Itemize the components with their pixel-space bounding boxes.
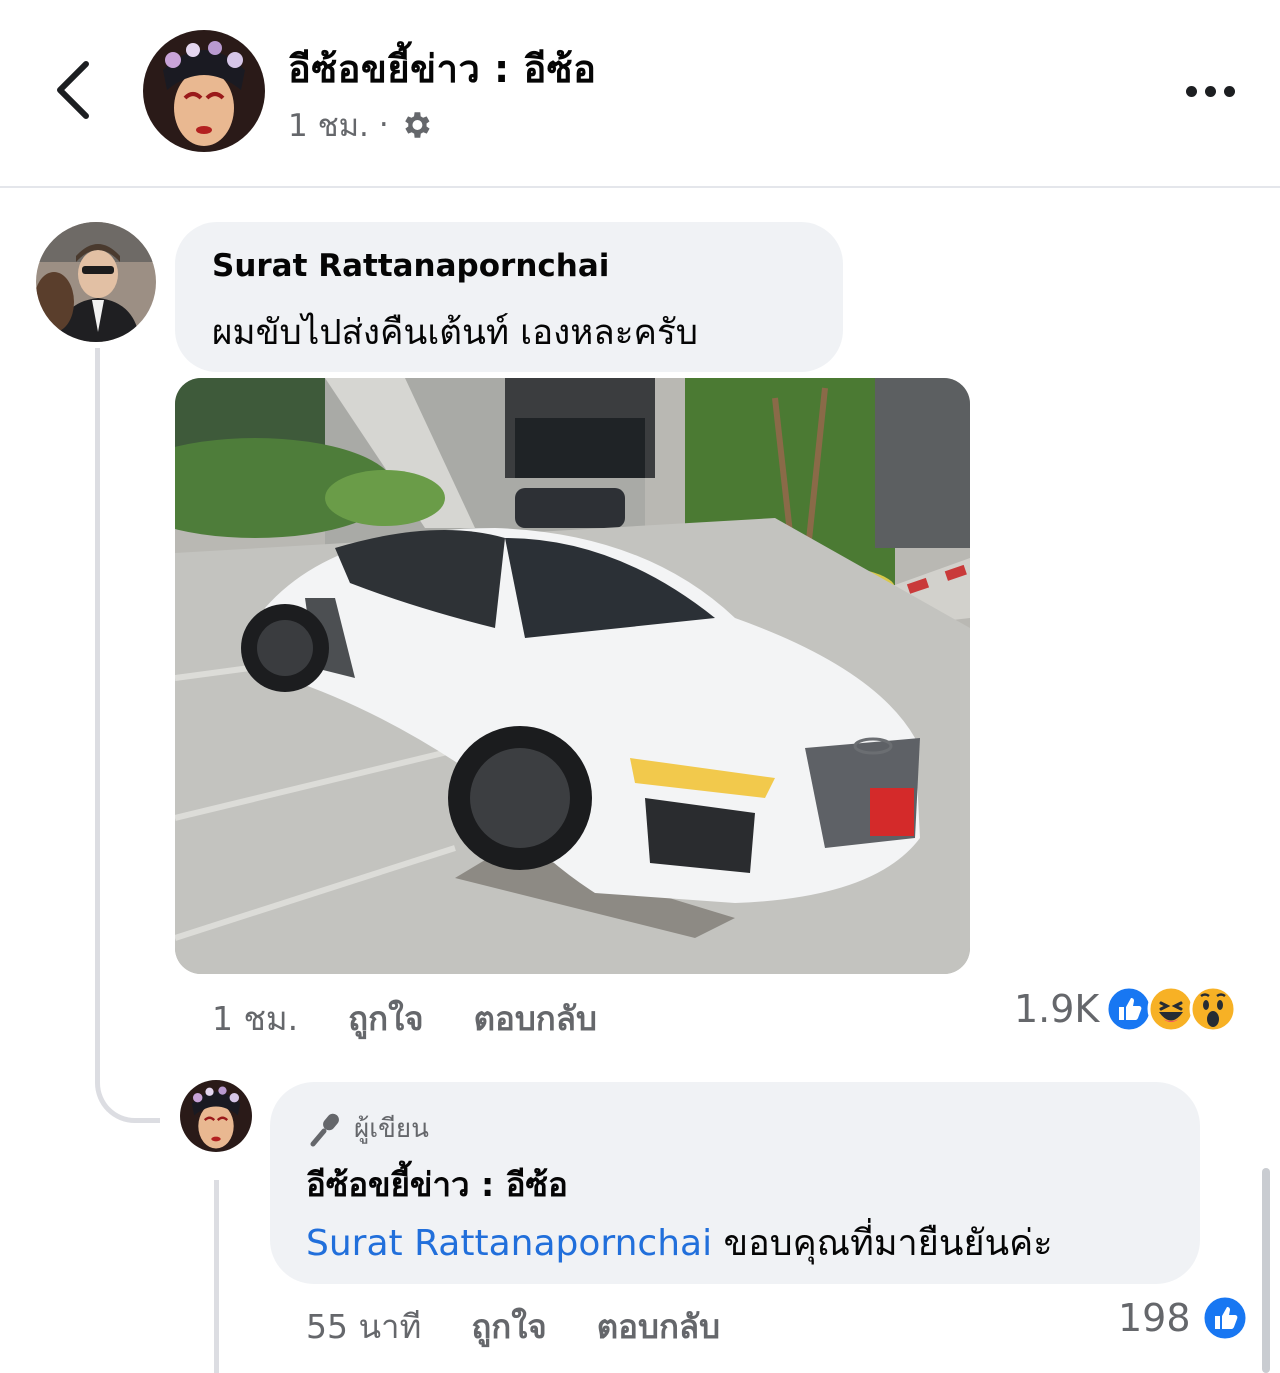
back-button[interactable] [40,48,104,132]
comment-actions: 1 ชม. ถูกใจ ตอบกลับ [212,992,597,1045]
author-badge: ผู้เขียน [308,1108,429,1149]
mention-link[interactable]: Surat Rattanapornchai [306,1223,712,1264]
reply-author[interactable]: อีซ้อขยี้ข่าว : อีซ้อ [306,1158,568,1211]
comment-author[interactable]: Surat Rattanapornchai [212,248,609,284]
meta-separator: · [378,107,389,143]
reply-avatar[interactable] [180,1080,252,1152]
microphone-icon [310,1113,339,1146]
like-reaction-icon [1201,1294,1249,1342]
author-badge-label: ผู้เขียน [354,1114,429,1144]
wow-reaction-icon [1189,985,1237,1033]
like-reaction-icon [1105,985,1153,1033]
back-arrow-icon [57,61,89,119]
gear-icon [404,112,430,138]
more-options-button[interactable] [1170,64,1250,118]
like-button[interactable]: ถูกใจ [471,1300,546,1353]
comment-photo[interactable] [175,378,970,974]
avatar[interactable] [36,222,156,342]
reply-button[interactable]: ตอบกลับ [474,992,597,1045]
car-photo [175,378,970,974]
page-name[interactable]: อีซ้อขยี้ข่าว : อีซ้อ [288,38,596,99]
post-time[interactable]: 1 ชม. [288,100,369,150]
reply-time[interactable]: 55 นาที [306,1300,421,1353]
reply-button[interactable]: ตอบกลับ [597,1300,720,1353]
reply-text: Surat Rattanapornchai ขอบคุณที่มายืนยันค… [306,1214,1053,1271]
page-avatar[interactable] [143,30,265,152]
reaction-summary[interactable]: 1.9K [1014,985,1237,1033]
thread-connector [95,348,160,1123]
reply-body: ขอบคุณที่มายืนยันค่ะ [712,1223,1053,1264]
post-meta: 1 ชม. · [288,100,433,150]
reaction-count: 1.9K [1014,987,1100,1031]
more-options-icon [1185,85,1197,97]
reply-reaction-summary[interactable]: 198 [1118,1294,1249,1342]
comment-text: ผมขับไปส่งคืนเต้นท์ เองหละครับ [212,313,698,353]
reply-thread-line [214,1180,219,1373]
reply-actions: 55 นาที ถูกใจ ตอบกลับ [306,1300,720,1353]
scrollbar[interactable] [1262,1168,1270,1373]
reaction-count: 198 [1118,1296,1191,1340]
like-button[interactable]: ถูกใจ [348,992,423,1045]
haha-reaction-icon [1147,985,1195,1033]
comment-time[interactable]: 1 ชม. [212,992,298,1045]
